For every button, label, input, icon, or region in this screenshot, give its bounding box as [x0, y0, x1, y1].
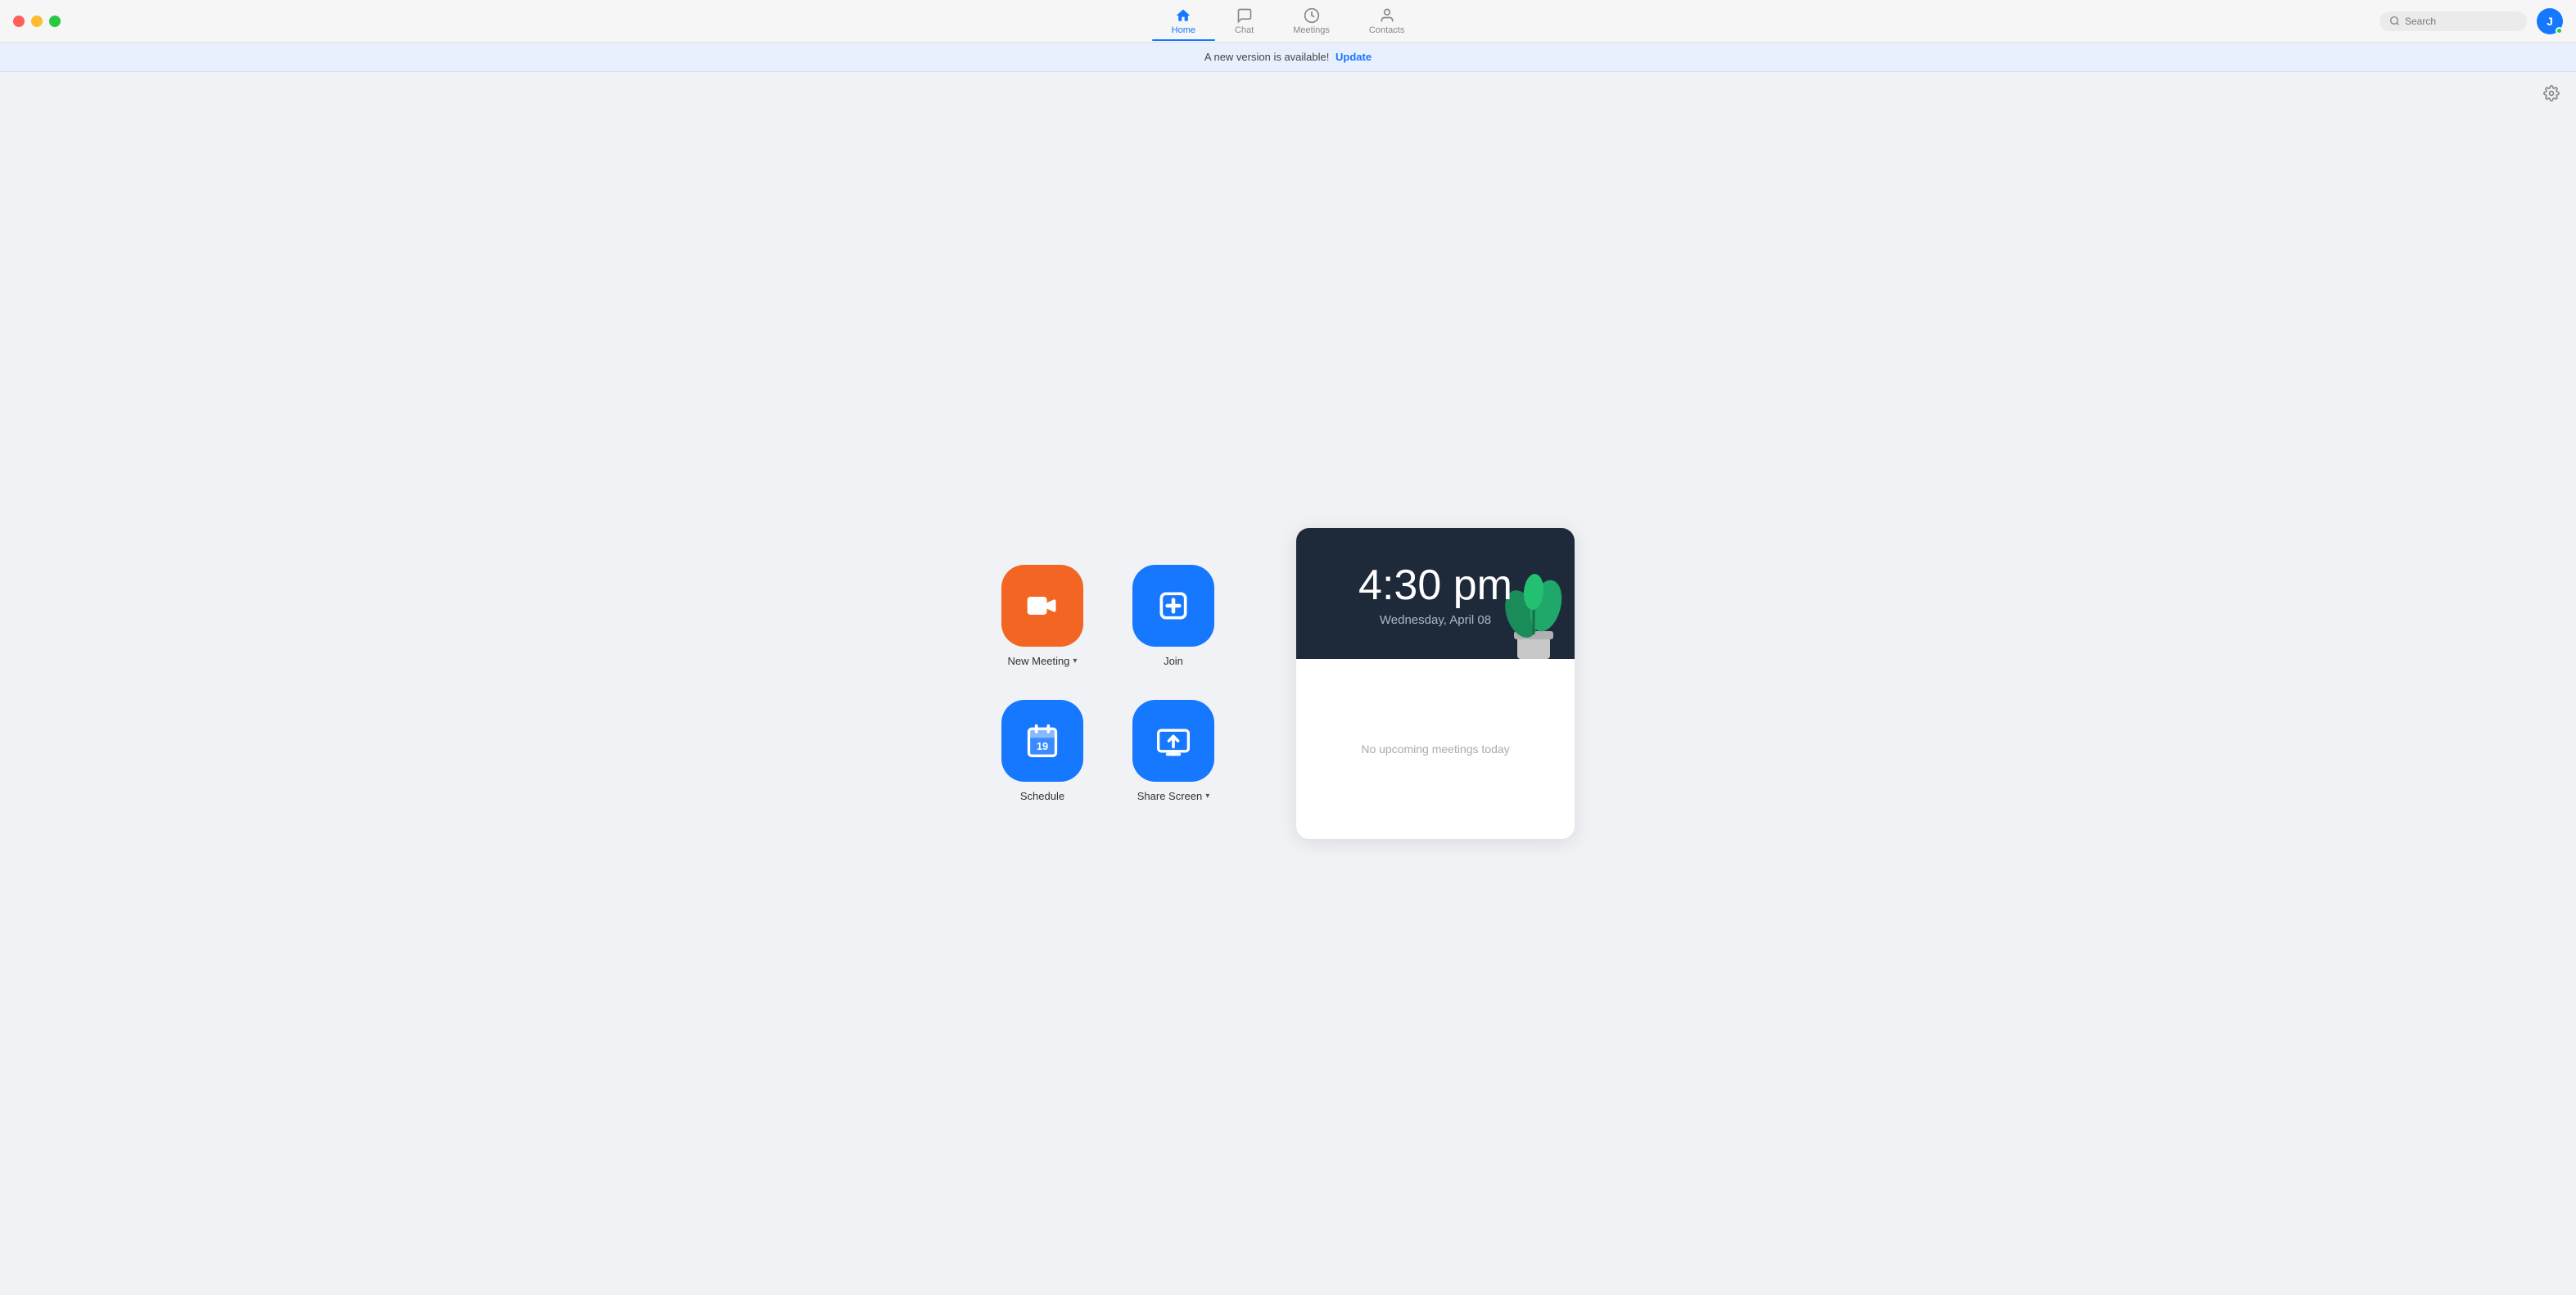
join-label: Join	[1164, 655, 1183, 667]
tab-chat-label: Chat	[1235, 25, 1254, 35]
minimize-button[interactable]	[31, 16, 43, 27]
clock-body: No upcoming meetings today	[1296, 659, 1575, 839]
tab-chat[interactable]: Chat	[1215, 2, 1273, 40]
share-screen-button[interactable]	[1132, 700, 1214, 782]
update-button[interactable]: Update	[1335, 51, 1372, 63]
tab-meetings[interactable]: Meetings	[1273, 2, 1349, 40]
tab-contacts[interactable]: Contacts	[1349, 2, 1424, 40]
schedule-button[interactable]: 19	[1001, 700, 1083, 782]
settings-icon[interactable]	[2543, 85, 2560, 102]
search-icon	[2389, 16, 2400, 26]
new-meeting-button[interactable]	[1001, 565, 1083, 647]
nav-tabs: Home Chat Meetings	[1152, 2, 1425, 40]
tab-meetings-label: Meetings	[1293, 25, 1330, 35]
search-box[interactable]	[2379, 11, 2527, 31]
clock-card: 4:30 pm Wednesday, April 08	[1296, 528, 1575, 839]
action-grid: New Meeting ▾ Join	[1001, 565, 1214, 802]
titlebar: Home Chat Meetings	[0, 0, 2576, 43]
maximize-button[interactable]	[49, 16, 61, 27]
share-screen-label: Share Screen ▾	[1137, 790, 1210, 802]
share-screen-item[interactable]: Share Screen ▾	[1132, 700, 1214, 802]
tab-home-label: Home	[1172, 25, 1195, 35]
schedule-item[interactable]: 19 Schedule	[1001, 700, 1083, 802]
no-meetings-text: No upcoming meetings today	[1361, 742, 1509, 756]
new-meeting-label: New Meeting ▾	[1008, 655, 1078, 667]
titlebar-right: J	[2379, 8, 2563, 34]
join-item[interactable]: Join	[1132, 565, 1214, 667]
avatar[interactable]: J	[2537, 8, 2563, 34]
new-meeting-item[interactable]: New Meeting ▾	[1001, 565, 1083, 667]
tab-home[interactable]: Home	[1152, 2, 1215, 40]
main-content: New Meeting ▾ Join	[0, 72, 2576, 1295]
home-icon	[1175, 7, 1191, 24]
close-button[interactable]	[13, 16, 25, 27]
window-controls	[13, 16, 61, 27]
join-button[interactable]	[1132, 565, 1214, 647]
update-banner: A new version is available! Update	[0, 43, 2576, 72]
banner-message: A new version is available!	[1204, 51, 1329, 63]
avatar-status	[2556, 27, 2563, 34]
schedule-label: Schedule	[1020, 790, 1064, 802]
svg-text:19: 19	[1037, 740, 1048, 752]
contacts-icon	[1379, 7, 1395, 24]
chat-icon	[1236, 7, 1253, 24]
tab-contacts-label: Contacts	[1369, 25, 1404, 35]
clock-date: Wednesday, April 08	[1380, 613, 1491, 627]
meetings-icon	[1304, 7, 1320, 24]
search-input[interactable]	[2405, 16, 2517, 27]
clock-header: 4:30 pm Wednesday, April 08	[1296, 528, 1575, 659]
share-screen-chevron: ▾	[1205, 792, 1209, 801]
clock-time: 4:30 pm	[1358, 561, 1512, 610]
new-meeting-chevron: ▾	[1073, 657, 1077, 666]
